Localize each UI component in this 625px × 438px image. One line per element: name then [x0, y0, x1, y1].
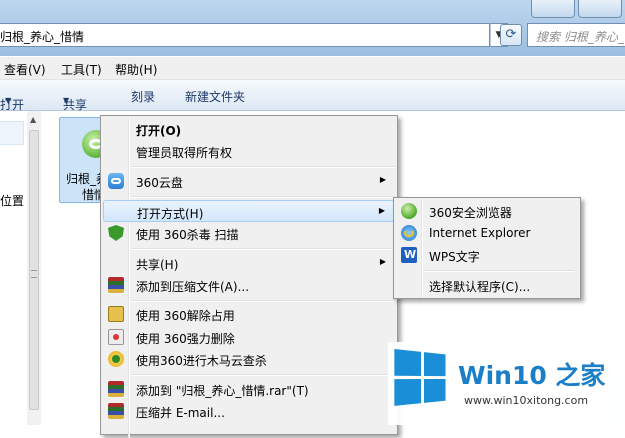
menu-separator — [131, 248, 395, 250]
menu-item-label: 使用 360杀毒 扫描 — [136, 228, 239, 242]
menu-bar: 查看(V) 工具(T) 帮助(H) — [0, 57, 625, 80]
menu-separator — [424, 270, 574, 272]
open-with-internet-explorer[interactable]: Internet Explorer — [396, 222, 578, 244]
search-placeholder: 搜索 归根_养心_惜情 — [536, 30, 625, 44]
search-input[interactable]: 搜索 归根_养心_惜情 — [527, 23, 625, 47]
archive-icon — [108, 403, 124, 419]
menu-item-360-force-delete[interactable]: 使用 360强力删除 — [103, 326, 395, 348]
maximize-button[interactable] — [578, 0, 622, 18]
menu-view[interactable]: 查看(V) — [4, 61, 46, 78]
menu-item-360-scan[interactable]: 使用 360杀毒 扫描 — [103, 222, 395, 244]
submenu-arrow-icon: ▶ — [378, 206, 385, 215]
nav-location-label[interactable]: 位置 — [0, 192, 24, 209]
menu-item-share[interactable]: 共享(H) ▶ — [103, 252, 395, 274]
menu-item-label: 打开(O) — [136, 124, 182, 138]
command-toolbar: 打开 ▼ 共享 ▼ 刻录 新建文件夹 — [0, 80, 625, 112]
menu-separator — [131, 166, 395, 168]
menu-item-label: 添加到 "归根_养心_惜情.rar"(T) — [136, 384, 309, 398]
burn-button[interactable]: 刻录 — [131, 88, 155, 105]
menu-separator — [131, 374, 395, 376]
menu-item-open[interactable]: 打开(O) — [103, 118, 395, 140]
menu-help[interactable]: 帮助(H) — [115, 61, 157, 78]
context-menu: 打开(O) 管理员取得所有权 360云盘 ▶ 打开方式(H) ▶ 使用 360杀… — [100, 115, 398, 438]
menu-item-compress-email[interactable]: 压缩并 E-mail... — [103, 400, 395, 422]
menu-item-add-to-archive[interactable]: 添加到压缩文件(A)... — [103, 274, 395, 296]
menu-item-add-to-rar[interactable]: 添加到 "归根_养心_惜情.rar"(T) — [103, 378, 395, 400]
submenu-arrow-icon: ▶ — [379, 257, 386, 266]
share-dropdown-icon: ▼ — [63, 96, 70, 105]
menu-item-label: 360云盘 — [136, 176, 183, 190]
ie-icon — [401, 225, 417, 241]
menu-item-label: 共享(H) — [136, 258, 179, 272]
open-with-360-browser[interactable]: 360安全浏览器 — [396, 200, 578, 222]
watermark-brand: Win10 之家 — [458, 361, 606, 390]
menu-item-label: 使用 360强力删除 — [136, 332, 235, 346]
watermark-url: www.win10xitong.com — [464, 394, 589, 407]
menu-tools[interactable]: 工具(T) — [61, 61, 102, 78]
nav-selected-item[interactable] — [0, 121, 24, 145]
navigation-pane: 位置 — [0, 111, 28, 425]
menu-item-label: 使用360进行木马云查杀 — [136, 354, 267, 368]
refresh-icon[interactable]: ⟳ — [500, 24, 522, 46]
360-browser-icon — [401, 203, 417, 219]
menu-item-360-unlock[interactable]: 使用 360解除占用 — [103, 303, 395, 325]
menu-item-label: 360安全浏览器 — [429, 206, 512, 220]
open-with-wps[interactable]: WPS文字 — [396, 244, 578, 266]
archive-icon — [108, 277, 124, 293]
menu-item-label: WPS文字 — [429, 250, 480, 264]
unlock-icon — [108, 306, 124, 322]
menu-item-open-with[interactable]: 打开方式(H) ▶ — [103, 200, 395, 222]
scroll-up-icon[interactable]: ▲ — [30, 115, 36, 124]
shield-icon — [108, 225, 124, 241]
address-text: 归根_养心_惜情 — [0, 30, 85, 44]
menu-item-label: Internet Explorer — [429, 226, 531, 240]
menu-item-label: 管理员取得所有权 — [136, 146, 233, 160]
menu-item-label: 压缩并 E-mail... — [136, 406, 225, 420]
menu-item-label: 选择默认程序(C)... — [429, 280, 531, 294]
menu-item-label: 添加到压缩文件(A)... — [136, 280, 250, 294]
address-bar[interactable]: 归根_养心_惜情 — [0, 23, 490, 47]
open-with-submenu: 360安全浏览器 Internet Explorer WPS文字 选择默认程序(… — [393, 197, 581, 299]
cloud-icon — [108, 173, 124, 189]
menu-item-360-trojan-scan[interactable]: 使用360进行木马云查杀 — [103, 348, 395, 370]
open-with-choose-default[interactable]: 选择默认程序(C)... — [396, 274, 578, 296]
wps-icon — [401, 247, 417, 263]
new-folder-button[interactable]: 新建文件夹 — [185, 88, 245, 105]
trojan-scan-icon — [108, 351, 124, 367]
watermark: Win10 之家 www.win10xitong.com — [388, 342, 625, 425]
window-title-bar: 归根_养心_惜情 ▼ ⟳ 搜索 归根_养心_惜情 — [0, 0, 625, 56]
minimize-button[interactable] — [531, 0, 575, 18]
archive-icon — [108, 381, 124, 397]
menu-separator — [131, 196, 395, 198]
scrollbar-grip-icon — [31, 270, 37, 278]
menu-item-take-ownership[interactable]: 管理员取得所有权 — [103, 140, 395, 162]
windows-logo-icon — [394, 348, 446, 407]
menu-separator — [131, 300, 395, 302]
submenu-arrow-icon: ▶ — [379, 175, 386, 184]
force-delete-icon — [108, 329, 124, 345]
menu-item-360-cloud[interactable]: 360云盘 ▶ — [103, 170, 395, 192]
menu-item-label: 打开方式(H) — [137, 207, 204, 221]
open-dropdown-icon: ▼ — [0, 96, 12, 105]
menu-item-label: 使用 360解除占用 — [136, 309, 235, 323]
